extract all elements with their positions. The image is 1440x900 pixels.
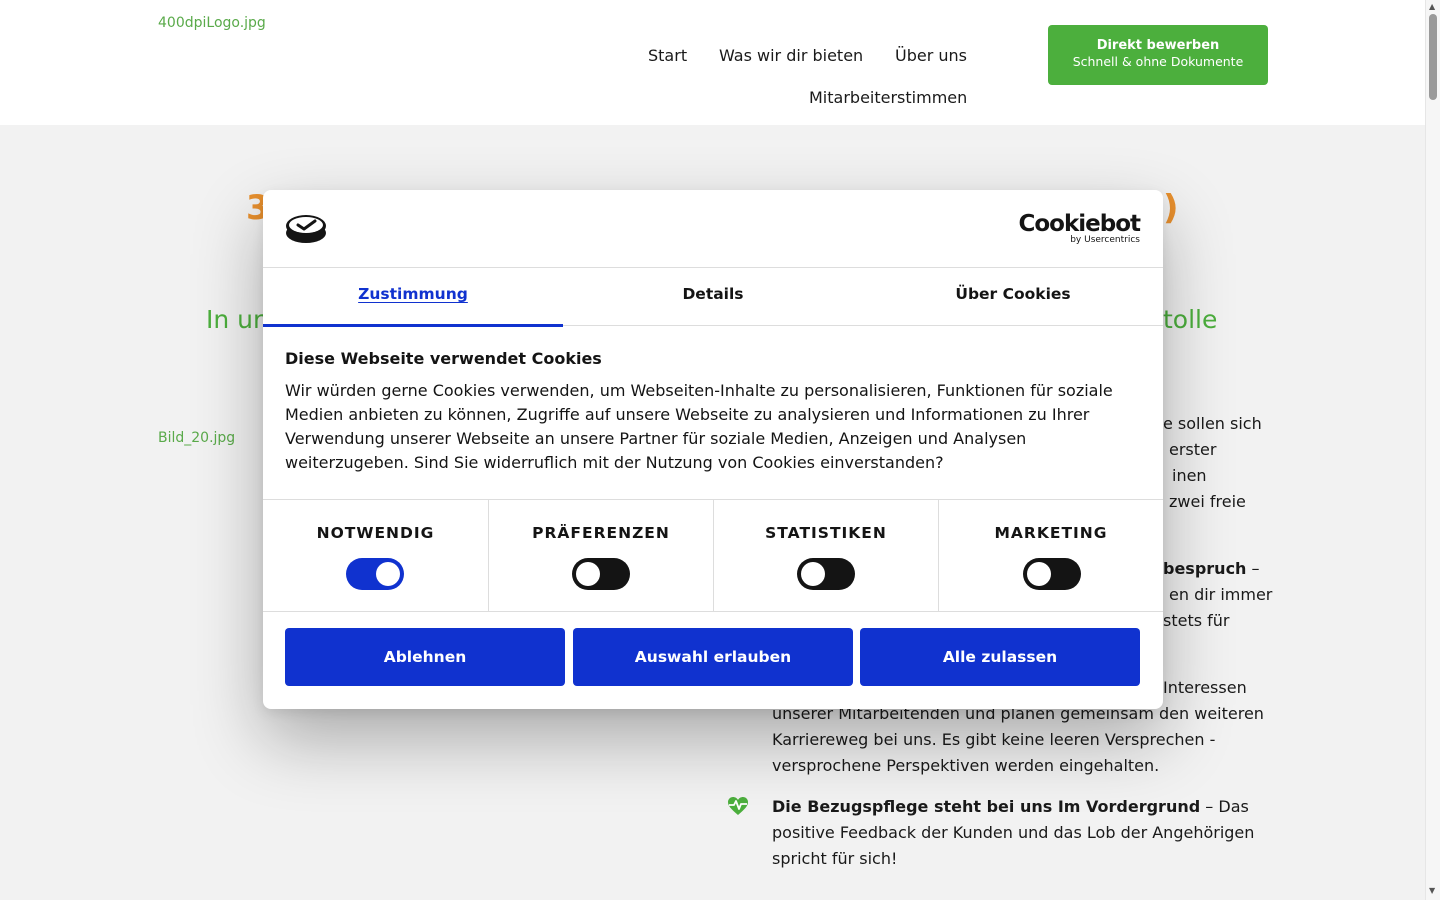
- benefit-text-2-line-3: stets für: [1163, 611, 1230, 630]
- benefit-text-2-bold: bespruch: [1163, 559, 1247, 578]
- apply-button-title: Direkt bewerben: [1096, 38, 1220, 53]
- allow-all-button[interactable]: Alle zulassen: [860, 628, 1140, 686]
- toggle-statistiken[interactable]: [797, 558, 855, 590]
- headline-fragment-right: ): [1163, 188, 1179, 228]
- toggle-knob: [376, 562, 400, 586]
- category-label: STATISTIKEN: [765, 524, 887, 542]
- toggle-knob: [576, 562, 600, 586]
- cookiebot-logo[interactable]: Cookiebot by Usercentrics: [1018, 211, 1141, 245]
- benefit-text-3-line-1: Interessen: [1163, 678, 1247, 697]
- tab-ueber-cookies[interactable]: Über Cookies: [863, 268, 1163, 326]
- logo[interactable]: 400dpiLogo.jpg: [158, 15, 266, 31]
- benefit-text-4-line-1: Die Bezugspflege steht bei uns Im Vorder…: [772, 794, 1249, 820]
- allow-selection-button[interactable]: Auswahl erlauben: [573, 628, 853, 686]
- toggle-marketing[interactable]: [1023, 558, 1081, 590]
- benefit-text-3-line-4: versprochene Perspektiven werden eingeha…: [772, 756, 1160, 775]
- category-statistiken: STATISTIKEN: [713, 500, 938, 612]
- dialog-header: Cookiebot by Usercentrics: [263, 190, 1163, 268]
- benefit-text-2-line-1: bespruch –: [1163, 559, 1260, 578]
- toggle-knob: [801, 562, 825, 586]
- category-praeferenzen: PRÄFERENZEN: [488, 500, 713, 612]
- category-label: MARKETING: [994, 524, 1108, 542]
- page-scrollbar[interactable]: ▲ ▼: [1425, 0, 1440, 900]
- heart-pulse-icon: [728, 797, 748, 815]
- benefit-text-4-line-2: positive Feedback der Kunden und das Lob…: [772, 823, 1255, 842]
- apply-button[interactable]: Direkt bewerben Schnell & ohne Dokumente: [1048, 25, 1268, 85]
- benefit-text-2-line-2: en dir immer: [1169, 585, 1273, 604]
- category-label: NOTWENDIG: [316, 524, 435, 542]
- toggle-knob: [1027, 562, 1051, 586]
- dialog-tabs: Zustimmung Details Über Cookies: [263, 268, 1163, 327]
- nav-ueber-uns[interactable]: Über uns: [895, 46, 967, 65]
- toggle-praeferenzen[interactable]: [572, 558, 630, 590]
- scroll-up-icon[interactable]: ▲: [1429, 2, 1435, 11]
- scroll-down-icon[interactable]: ▼: [1429, 886, 1435, 895]
- benefit-text-4-dash: – Das: [1205, 797, 1249, 816]
- dialog-text: Wir würden gerne Cookies verwenden, um W…: [285, 381, 1113, 472]
- tab-zustimmung[interactable]: Zustimmung: [263, 268, 563, 327]
- category-notwendig: NOTWENDIG: [263, 500, 488, 612]
- scrollbar-thumb[interactable]: [1429, 14, 1437, 100]
- category-marketing: MARKETING: [938, 500, 1163, 612]
- nav-mitarbeiterstimmen[interactable]: Mitarbeiterstimmen: [809, 88, 967, 107]
- nav-was-wir-dir-bieten[interactable]: Was wir dir bieten: [719, 46, 863, 65]
- benefit-text-4-bold: Die Bezugspflege steht bei uns Im Vorder…: [772, 797, 1201, 816]
- benefit-text-1-line-1: e sollen sich: [1163, 414, 1262, 433]
- nav-start[interactable]: Start: [648, 46, 687, 65]
- subline-fragment-right: tolle: [1163, 305, 1218, 334]
- subline-fragment-left: In ur: [206, 305, 264, 334]
- cookiebot-brand: Cookiebot: [1018, 211, 1141, 237]
- tab-details[interactable]: Details: [563, 268, 863, 326]
- consent-categories: NOTWENDIG PRÄFERENZEN STATISTIKEN MARKET…: [263, 499, 1163, 612]
- category-label: PRÄFERENZEN: [532, 524, 670, 542]
- benefit-text-1-line-3: inen: [1172, 466, 1207, 485]
- benefit-text-3-line-3: Karriereweg bei uns. Es gibt keine leere…: [772, 730, 1216, 749]
- benefit-text-1-line-2: erster: [1169, 440, 1217, 459]
- benefit-text-4-line-3: spricht für sich!: [772, 849, 898, 868]
- decline-button[interactable]: Ablehnen: [285, 628, 565, 686]
- benefit-text-1-line-4: zwei freie: [1169, 492, 1246, 511]
- dialog-title: Diese Webseite verwendet Cookies: [285, 349, 602, 368]
- site-brand-icon: [286, 215, 326, 243]
- site-header: 400dpiLogo.jpg Start Was wir dir bieten …: [0, 0, 1425, 125]
- toggle-notwendig[interactable]: [346, 558, 404, 590]
- apply-button-subtitle: Schnell & ohne Dokumente: [1072, 54, 1244, 69]
- cookie-consent-dialog: Cookiebot by Usercentrics Zustimmung Det…: [263, 190, 1163, 709]
- content-image: Bild_20.jpg: [158, 430, 236, 446]
